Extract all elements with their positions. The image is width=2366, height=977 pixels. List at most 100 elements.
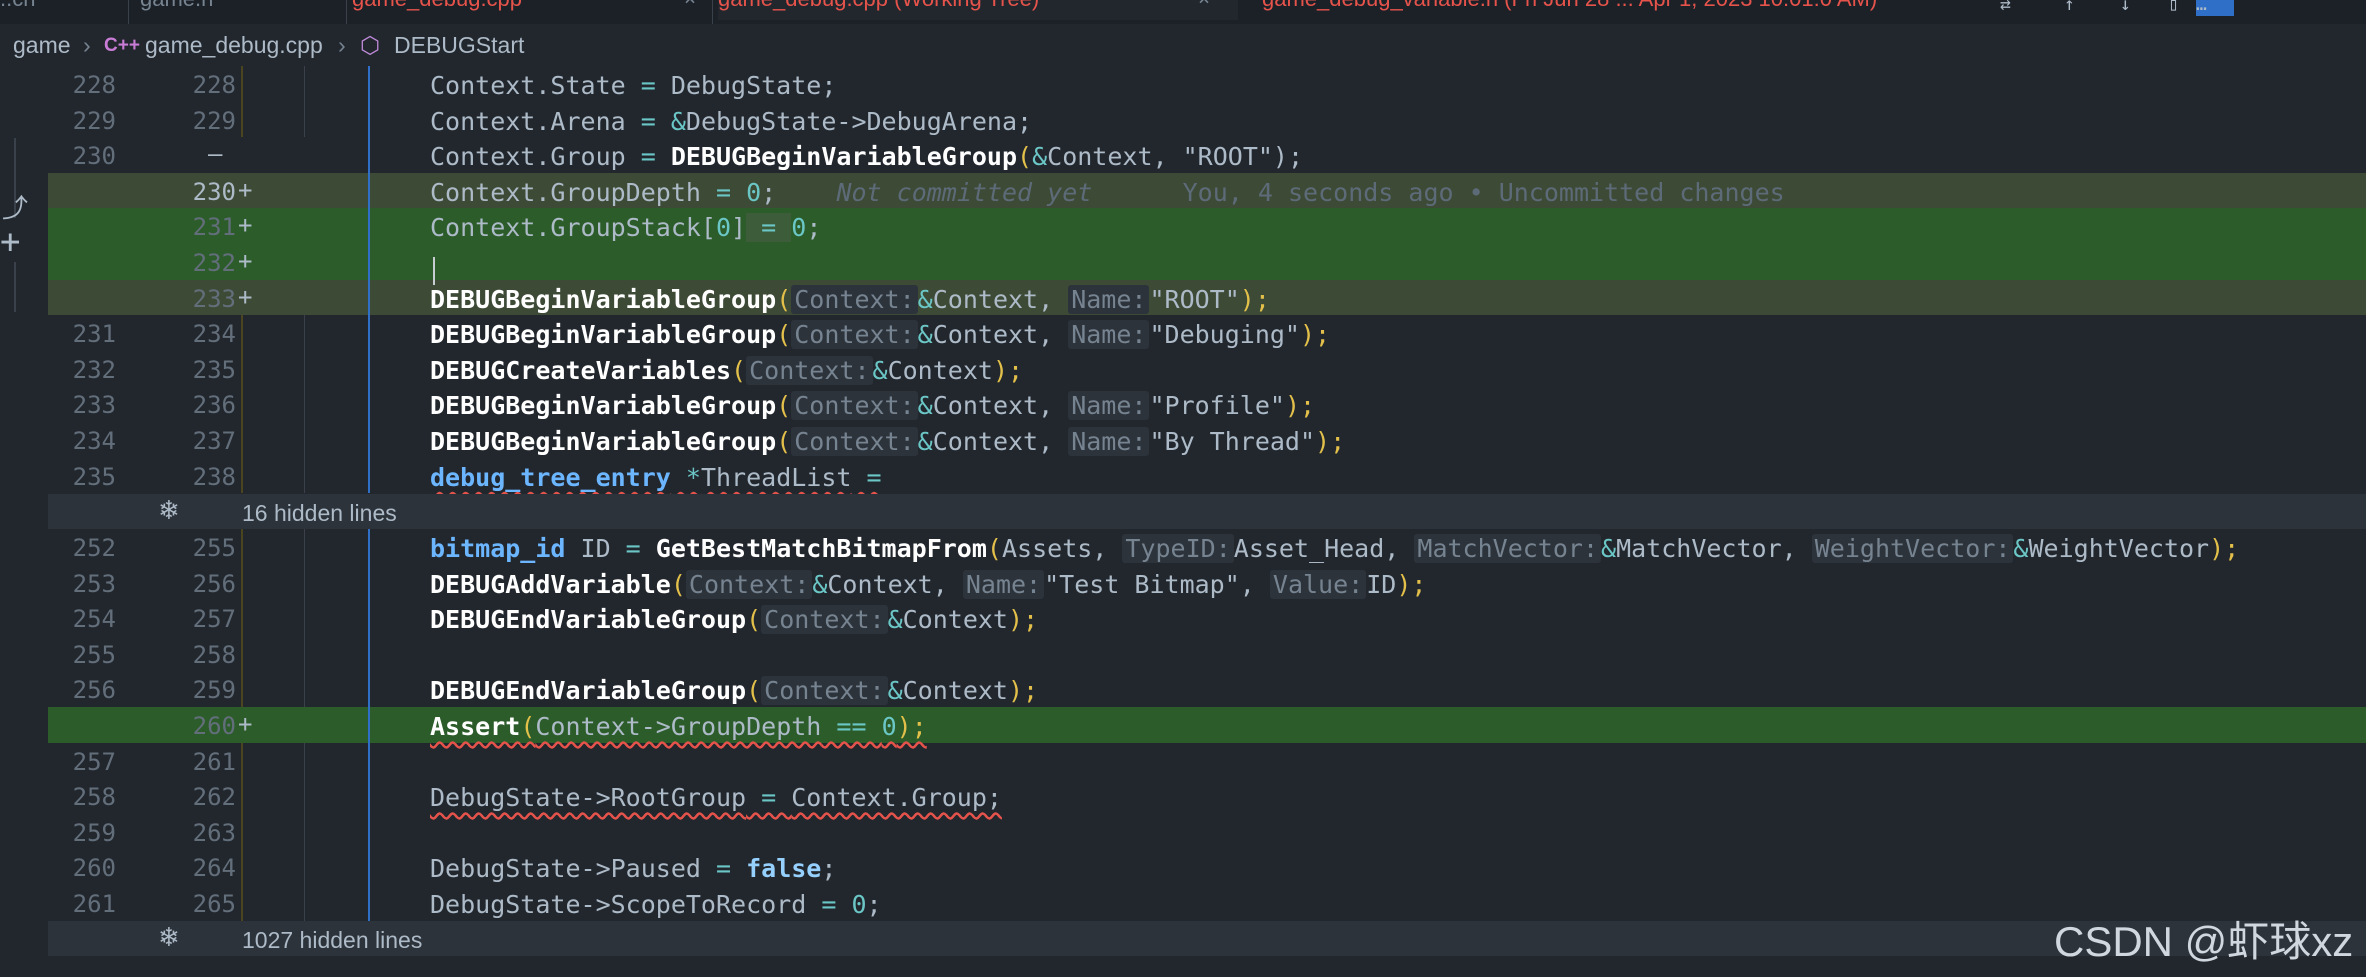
deleted-marker: — [208,140,223,169]
old-line-number: 232 [72,355,116,384]
new-line-number: 261 [192,747,236,776]
added-marker: + [238,175,253,204]
blame-details: You, 4 seconds ago • Uncommitted changes [1182,177,1785,207]
code-line: 231 234 DEBUGBeginVariableGroup(Context:… [48,315,2366,351]
code-line: 260 264 DebugState->Paused = false; [48,849,2366,885]
more-actions-icon[interactable]: … [2196,0,2234,16]
tab-divider [128,0,129,24]
code-line: 233 236 DEBUGBeginVariableGroup(Context:… [48,386,2366,422]
added-line: 232 + [48,244,2366,280]
code-text: DEBUGBeginVariableGroup(Context: &Context… [430,391,1316,421]
diff-overview-gutter: ⤴ + [0,66,48,977]
code-line: 256 259 DEBUGEndVariableGroup(Context: &C… [48,671,2366,707]
added-marker: + [238,710,253,738]
tab-label: game.h [140,0,213,11]
text-cursor [433,257,435,285]
code-text: DEBUGCreateVariables(Context: &Context); [430,355,1024,385]
code-text: DebugState->RootGroup = Context.Group; [430,783,1002,813]
diff-editor[interactable]: 228 228 Context.State = DebugState; 229 … [48,66,2366,977]
code-line: 229 229 Context.Arena = &DebugState->Deb… [48,101,2366,138]
folded-region[interactable]: ❄ 16 hidden lines [48,494,2366,529]
chevron-right-icon: › [83,32,91,58]
breadcrumb-symbol[interactable]: DEBUGStart [394,32,524,59]
unfold-icon[interactable]: ❄ [158,495,180,526]
code-text: Context.Group = DEBUGBeginVariableGroup(… [430,142,1304,172]
code-text: DEBUGBeginVariableGroup(Context: &Context… [430,427,1346,456]
code-text: Assert(Context->GroupDepth == 0); [430,712,927,741]
old-line-number: 258 [72,783,116,812]
code-text: DEBUGBeginVariableGroup(Context: &Context… [430,284,1270,314]
old-line-number: 260 [72,854,116,883]
close-icon[interactable]: × [1198,0,1210,10]
breadcrumb-folder[interactable]: game [13,32,71,59]
tab-bar: ..ch game.h game_debug.cpp × game_debug.… [0,0,2366,24]
tab-divider [346,0,347,24]
old-line-number: 257 [72,747,116,776]
added-line: 260 + Assert(Context->GroupDepth == 0); [48,707,2366,743]
unfold-icon[interactable]: ❄ [158,922,180,953]
new-line-number: 263 [192,818,236,847]
new-line-number: 232 [192,249,236,277]
arrow-down-icon[interactable]: ↓ [2120,0,2142,16]
tab-variable-h[interactable]: game_debug_variable.h (Fri Jun 28 ... Ap… [1262,0,2002,20]
code-line: 257 261 [48,742,2366,779]
new-line-number: 235 [192,355,236,384]
old-line-number: 259 [72,818,116,847]
old-line-number: 229 [72,106,116,135]
new-line-number: 229 [192,106,236,135]
tab-divider [712,0,713,24]
old-line-number: 235 [72,462,116,491]
code-text: DEBUGEndVariableGroup(Context: &Context); [430,605,1039,635]
arrow-up-icon[interactable]: ↑ [2064,0,2086,16]
folded-region[interactable]: ❄ 1027 hidden lines [48,921,2366,956]
code-text: Context.State = DebugState; [430,71,837,100]
code-text: debug_tree_entry *ThreadList = [430,462,882,492]
new-line-number: 228 [192,71,236,99]
chevron-right-icon: › [338,32,346,58]
code-line: 252 255 bitmap_id ID = GetBestMatchBitma… [48,529,2366,565]
code-line: 253 256 DEBUGAddVariable(Context: &Contex… [48,564,2366,601]
new-line-number: 262 [192,783,236,812]
old-line-number: 255 [72,640,116,669]
compare-icon[interactable]: ⇄ [2000,0,2022,16]
code-line: 261 265 DebugState->ScopeToRecord = 0; [48,885,2366,921]
code-line: 232 235 DEBUGCreateVariables(Context: &Co… [48,350,2366,387]
tab-game-debug-cpp[interactable]: game_debug.cpp [352,0,702,20]
breadcrumb-file[interactable]: game_debug.cpp [145,32,323,59]
code-text: Context.GroupStack[0] = 0; [430,213,822,243]
old-line-number: 228 [72,71,116,99]
code-line: 234 237 DEBUGBeginVariableGroup(Context:… [48,422,2366,458]
revert-icon[interactable]: ⤴ [2,188,28,225]
tab-label: game_debug.cpp (Working Tree) [718,0,1039,11]
tab-label: game_debug_variable.h (Fri Jun 28 ... Ap… [1262,0,1877,11]
old-line-number: 234 [72,427,116,455]
added-marker: + [238,282,253,311]
new-line-number: 230 [192,177,236,206]
watermark: CSDN @虾球xz [2054,918,2354,965]
new-line-number: 231 [192,213,236,242]
hidden-lines-label[interactable]: 1027 hidden lines [242,927,422,954]
split-editor-icon[interactable]: ▯ [2168,0,2190,16]
new-line-number: 260 [192,712,236,740]
old-line-number: 261 [72,890,116,918]
old-line-number: 230 [72,142,116,171]
old-line-number: 233 [72,391,116,420]
hidden-lines-label[interactable]: 16 hidden lines [242,500,397,527]
breadcrumb: game › C++ game_debug.cpp › ⬡ DEBUGStart [0,26,2366,66]
code-text: Context.Arena = &DebugState->DebugArena; [430,106,1033,136]
tab-1[interactable]: ..ch [0,0,120,20]
old-line-number: 231 [72,320,116,349]
tab-game-h[interactable]: game.h [140,0,340,20]
tab-working-tree[interactable]: game_debug.cpp (Working Tree) [718,0,1238,20]
tab-label: ..ch [0,0,35,11]
plus-icon[interactable]: + [0,222,20,262]
added-marker: + [238,211,253,240]
added-line: 230 + Context.GroupDepth = 0; Not commit… [48,172,2366,209]
close-icon[interactable]: × [684,0,696,10]
added-line: 233 + DEBUGBeginVariableGroup(Context: &C… [48,279,2366,316]
new-line-number: 259 [192,676,236,705]
old-line-number: 253 [72,569,116,598]
new-line-number: 258 [192,640,236,669]
new-line-number: 234 [192,320,236,349]
deleted-line: 230 — Context.Group = DEBUGBeginVariable… [48,137,2366,173]
